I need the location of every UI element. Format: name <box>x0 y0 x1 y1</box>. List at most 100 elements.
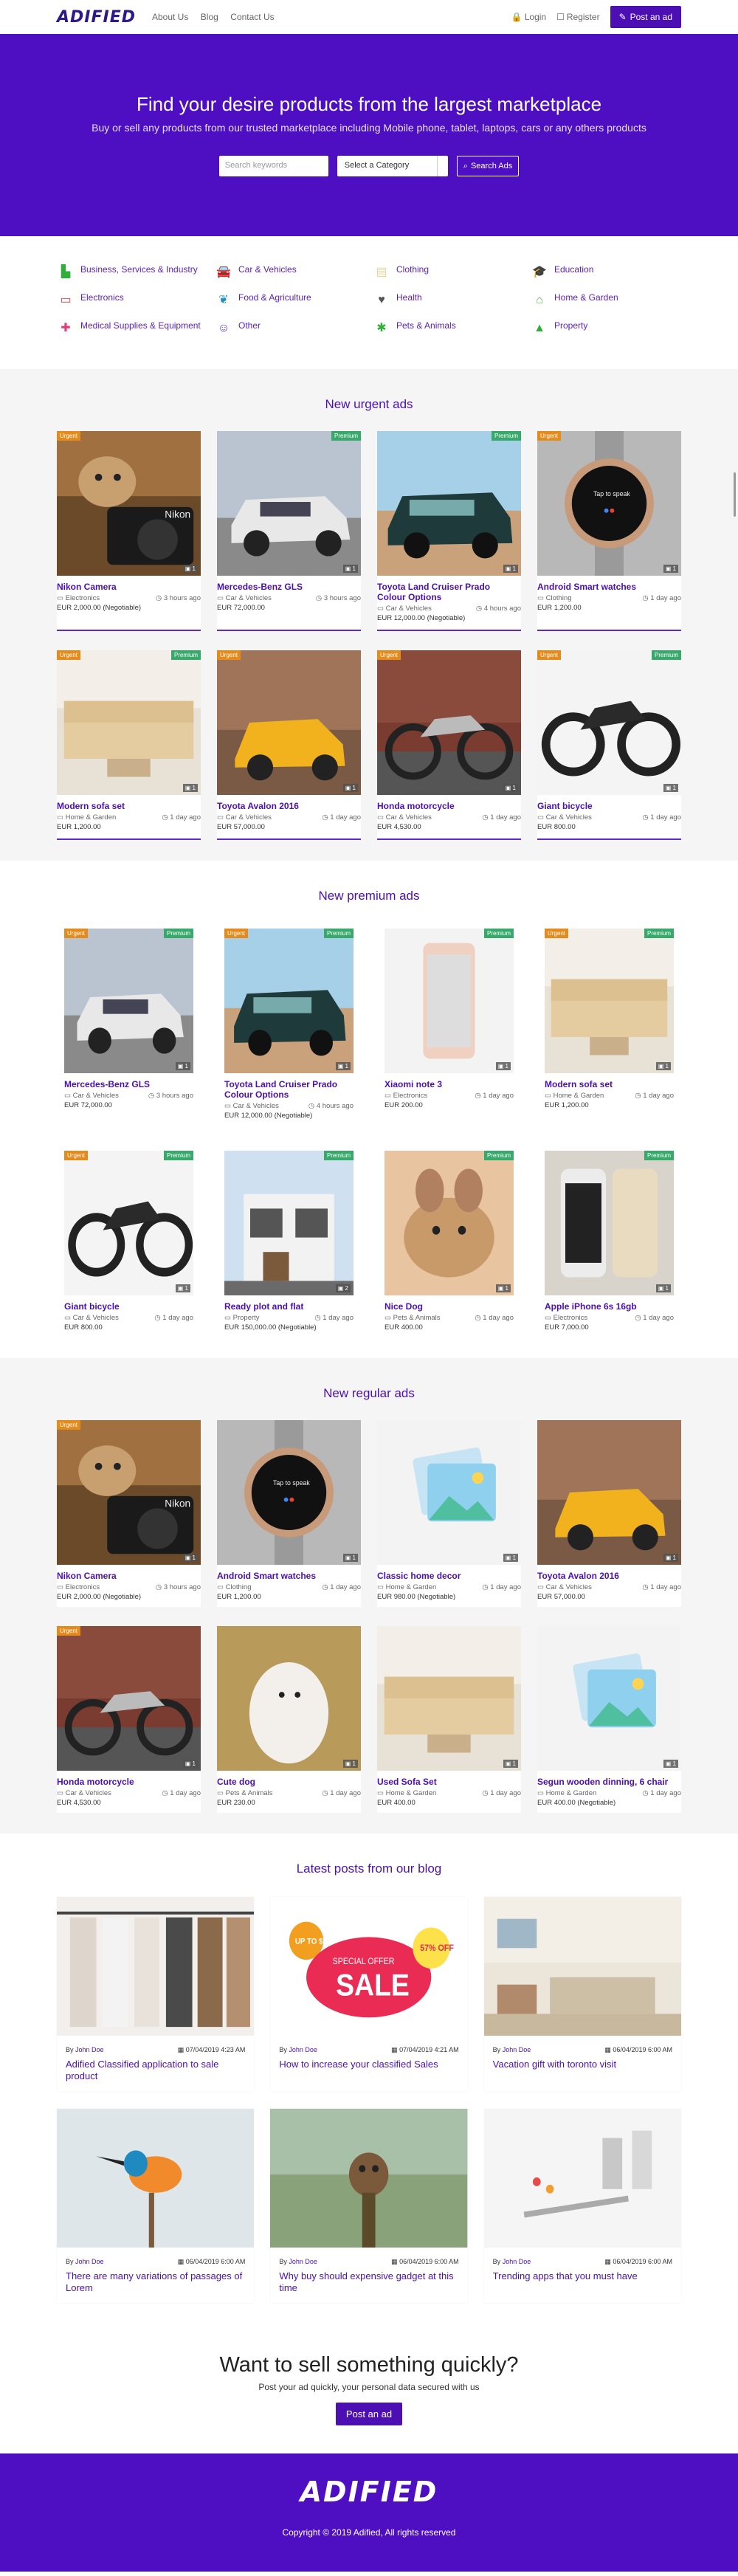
post-title[interactable]: Adified Classified application to sale p… <box>57 2059 254 2091</box>
ad-image[interactable]: Urgent Premium ▣ 1 <box>545 929 674 1073</box>
category-item[interactable]: ▤ Clothing <box>373 264 523 279</box>
ad-image[interactable]: Premium ▣ 1 <box>377 431 521 576</box>
ad-image[interactable]: Urgent Premium ▣ 1 <box>64 1151 193 1295</box>
ad-title[interactable]: Giant bicycle <box>64 1301 193 1312</box>
post-title[interactable]: There are many variations of passages of… <box>57 2270 254 2303</box>
ad-title[interactable]: Toyota Avalon 2016 <box>537 1571 681 1581</box>
ad-title[interactable]: Modern sofa set <box>545 1079 674 1089</box>
blog-post-image[interactable] <box>483 1897 681 2036</box>
ad-card[interactable]: ▣ 1 Used Sofa Set ▭ Home & Garden ◷ 1 day… <box>377 1626 521 1813</box>
post-title[interactable]: Vacation gift with toronto visit <box>484 2059 681 2079</box>
ad-card[interactable]: Urgent Premium ▣ 1 Giant bicycle ▭ Car & V… <box>57 1145 201 1337</box>
ad-image[interactable]: ▣ 1 <box>537 1420 681 1565</box>
ad-card[interactable]: ▣ 1 Segun wooden dinning, 6 chair ▭ Home… <box>537 1626 681 1813</box>
post-ad-button[interactable]: ✎ Post an ad <box>610 6 681 28</box>
ad-card[interactable]: Urgent Premium ▣ 1 Mercedes-Benz GLS ▭ Car… <box>57 923 201 1126</box>
cta-post-ad-button[interactable]: Post an ad <box>335 2403 403 2425</box>
ad-title[interactable]: Android Smart watches <box>537 582 681 592</box>
ad-card[interactable]: Premium ▣ 1 Apple iPhone 6s 16gb ▭ Electr… <box>537 1145 681 1337</box>
category-item[interactable]: ☺ Other <box>215 320 365 335</box>
ad-title[interactable]: Toyota Land Cruiser Prado Colour Options <box>377 582 521 602</box>
ad-image[interactable]: Premium ▣ 1 <box>545 1151 674 1295</box>
ad-image[interactable]: ▣ 1 <box>377 1420 521 1565</box>
ad-card[interactable]: Premium ▣ 1 Toyota Land Cruiser Prado Col… <box>377 431 521 631</box>
ad-title[interactable]: Android Smart watches <box>217 1571 361 1581</box>
nav-blog[interactable]: Blog <box>201 12 218 22</box>
blog-post-image[interactable] <box>57 1897 255 2036</box>
category-item[interactable]: ❦ Food & Agriculture <box>215 292 365 307</box>
ad-image[interactable]: Urgent Tap to speak ▣ 1 <box>537 431 681 576</box>
post-title[interactable]: How to increase your classified Sales <box>270 2059 467 2079</box>
ad-image[interactable]: ▣ 1 <box>537 1626 681 1771</box>
category-item[interactable]: ▙ Business, Services & Industry <box>57 264 207 279</box>
ad-image[interactable]: Urgent ▣ 1 <box>57 1626 201 1771</box>
category-item[interactable]: 🚘 Car & Vehicles <box>215 264 365 279</box>
ad-card[interactable]: Premium ▣ 1 Mercedes-Benz GLS ▭ Car & Veh… <box>217 431 361 631</box>
ad-title[interactable]: Cute dog <box>217 1777 361 1787</box>
ad-title[interactable]: Nice Dog <box>384 1301 514 1312</box>
ad-image[interactable]: Urgent Premium ▣ 1 <box>64 929 193 1073</box>
category-item[interactable]: ▲ Property <box>531 320 681 335</box>
category-item[interactable]: 🎓 Education <box>531 264 681 279</box>
blog-post-card[interactable]: UP TO $25 SPECIAL OFFER SALE 57% OFF By Joh… <box>270 1897 468 2091</box>
post-title[interactable]: Trending apps that you must have <box>484 2270 681 2291</box>
ad-card[interactable]: Urgent Nikon ▣ 1 Nikon Camera ▭ Electronic… <box>57 431 201 631</box>
ad-title[interactable]: Nikon Camera <box>57 582 201 592</box>
category-item[interactable]: ▭ Electronics <box>57 292 207 307</box>
ad-title[interactable]: Mercedes-Benz GLS <box>64 1079 193 1089</box>
ad-image[interactable]: Urgent ▣ 1 <box>377 650 521 795</box>
ad-image[interactable]: ▣ 1 <box>217 1626 361 1771</box>
blog-post-card[interactable]: By John Doe ▦ 06/04/2019 6:00 AM Vacation… <box>483 1897 681 2091</box>
ad-card[interactable]: Premium ▣ 2 Ready plot and flat ▭ Propert… <box>217 1145 361 1337</box>
ad-card[interactable]: Urgent Premium ▣ 1 Toyota Land Cruiser Pra… <box>217 923 361 1126</box>
ad-image[interactable]: ▣ 1 <box>377 1626 521 1771</box>
ad-card[interactable]: Tap to speak ▣ 1 Android Smart watches ▭ … <box>217 1420 361 1607</box>
blog-post-card[interactable]: By John Doe ▦ 06/04/2019 6:00 AM Why buy … <box>270 2109 468 2303</box>
category-select[interactable]: Select a Category <box>337 156 448 176</box>
ad-title[interactable]: Classic home decor <box>377 1571 521 1581</box>
nav-about[interactable]: About Us <box>152 12 188 22</box>
ad-title[interactable]: Mercedes-Benz GLS <box>217 582 361 592</box>
ad-card[interactable]: Premium ▣ 1 Xiaomi note 3 ▭ Electronics ◷ … <box>377 923 521 1126</box>
ad-image[interactable]: Premium ▣ 1 <box>217 431 361 576</box>
category-item[interactable]: ⌂ Home & Garden <box>531 292 681 307</box>
blog-post-image[interactable] <box>270 2109 468 2248</box>
login-link[interactable]: 🔒 Login <box>511 12 546 22</box>
blog-post-image[interactable] <box>57 2109 255 2248</box>
ad-card[interactable]: Urgent ▣ 1 Honda motorcycle ▭ Car & Vehic… <box>377 650 521 840</box>
register-link[interactable]: ☐ Register <box>556 12 599 22</box>
ad-title[interactable]: Xiaomi note 3 <box>384 1079 514 1089</box>
category-item[interactable]: ✱ Pets & Animals <box>373 320 523 335</box>
ad-image[interactable]: Premium ▣ 2 <box>224 1151 354 1295</box>
ad-title[interactable]: Segun wooden dinning, 6 chair <box>537 1777 681 1787</box>
site-logo[interactable]: ADIFIED <box>57 8 136 27</box>
ad-card[interactable]: Urgent Nikon ▣ 1 Nikon Camera ▭ Electronic… <box>57 1420 201 1607</box>
blog-post-card[interactable]: By John Doe ▦ 06/04/2019 6:00 AM Trending… <box>483 2109 681 2303</box>
blog-post-image[interactable]: UP TO $25 SPECIAL OFFER SALE 57% OFF <box>270 1897 468 2036</box>
ad-image[interactable]: Urgent Nikon ▣ 1 <box>57 1420 201 1565</box>
ad-image[interactable]: Premium ▣ 1 <box>384 1151 514 1295</box>
category-item[interactable]: ♥ Health <box>373 292 523 307</box>
ad-card[interactable]: Urgent Premium ▣ 1 Modern sofa set ▭ Home … <box>57 650 201 840</box>
ad-card[interactable]: Urgent ▣ 1 Toyota Avalon 2016 ▭ Car & Veh… <box>217 650 361 840</box>
ad-image[interactable]: Premium ▣ 1 <box>384 929 514 1073</box>
ad-image[interactable]: Tap to speak ▣ 1 <box>217 1420 361 1565</box>
ad-title[interactable]: Used Sofa Set <box>377 1777 521 1787</box>
nav-contact[interactable]: Contact Us <box>230 12 274 22</box>
ad-title[interactable]: Toyota Avalon 2016 <box>217 801 361 811</box>
blog-post-image[interactable] <box>483 2109 681 2248</box>
ad-title[interactable]: Toyota Land Cruiser Prado Colour Options <box>224 1079 354 1100</box>
ad-card[interactable]: Premium ▣ 1 Nice Dog ▭ Pets & Animals ◷ 1 … <box>377 1145 521 1337</box>
ad-title[interactable]: Giant bicycle <box>537 801 681 811</box>
ad-image[interactable]: Urgent Premium ▣ 1 <box>537 650 681 795</box>
ad-image[interactable]: Urgent Premium ▣ 1 <box>57 650 201 795</box>
ad-card[interactable]: ▣ 1 Toyota Avalon 2016 ▭ Car & Vehicles ◷… <box>537 1420 681 1607</box>
scrollbar-thumb[interactable] <box>734 472 736 517</box>
search-input[interactable]: Search keywords <box>218 156 328 176</box>
ad-card[interactable]: Urgent Premium ▣ 1 Giant bicycle ▭ Car & V… <box>537 650 681 840</box>
ad-title[interactable]: Honda motorcycle <box>377 801 521 811</box>
ad-card[interactable]: Urgent Premium ▣ 1 Modern sofa set ▭ Home … <box>537 923 681 1126</box>
ad-title[interactable]: Modern sofa set <box>57 801 201 811</box>
ad-title[interactable]: Apple iPhone 6s 16gb <box>545 1301 674 1312</box>
ad-image[interactable]: Urgent Premium ▣ 1 <box>224 929 354 1073</box>
